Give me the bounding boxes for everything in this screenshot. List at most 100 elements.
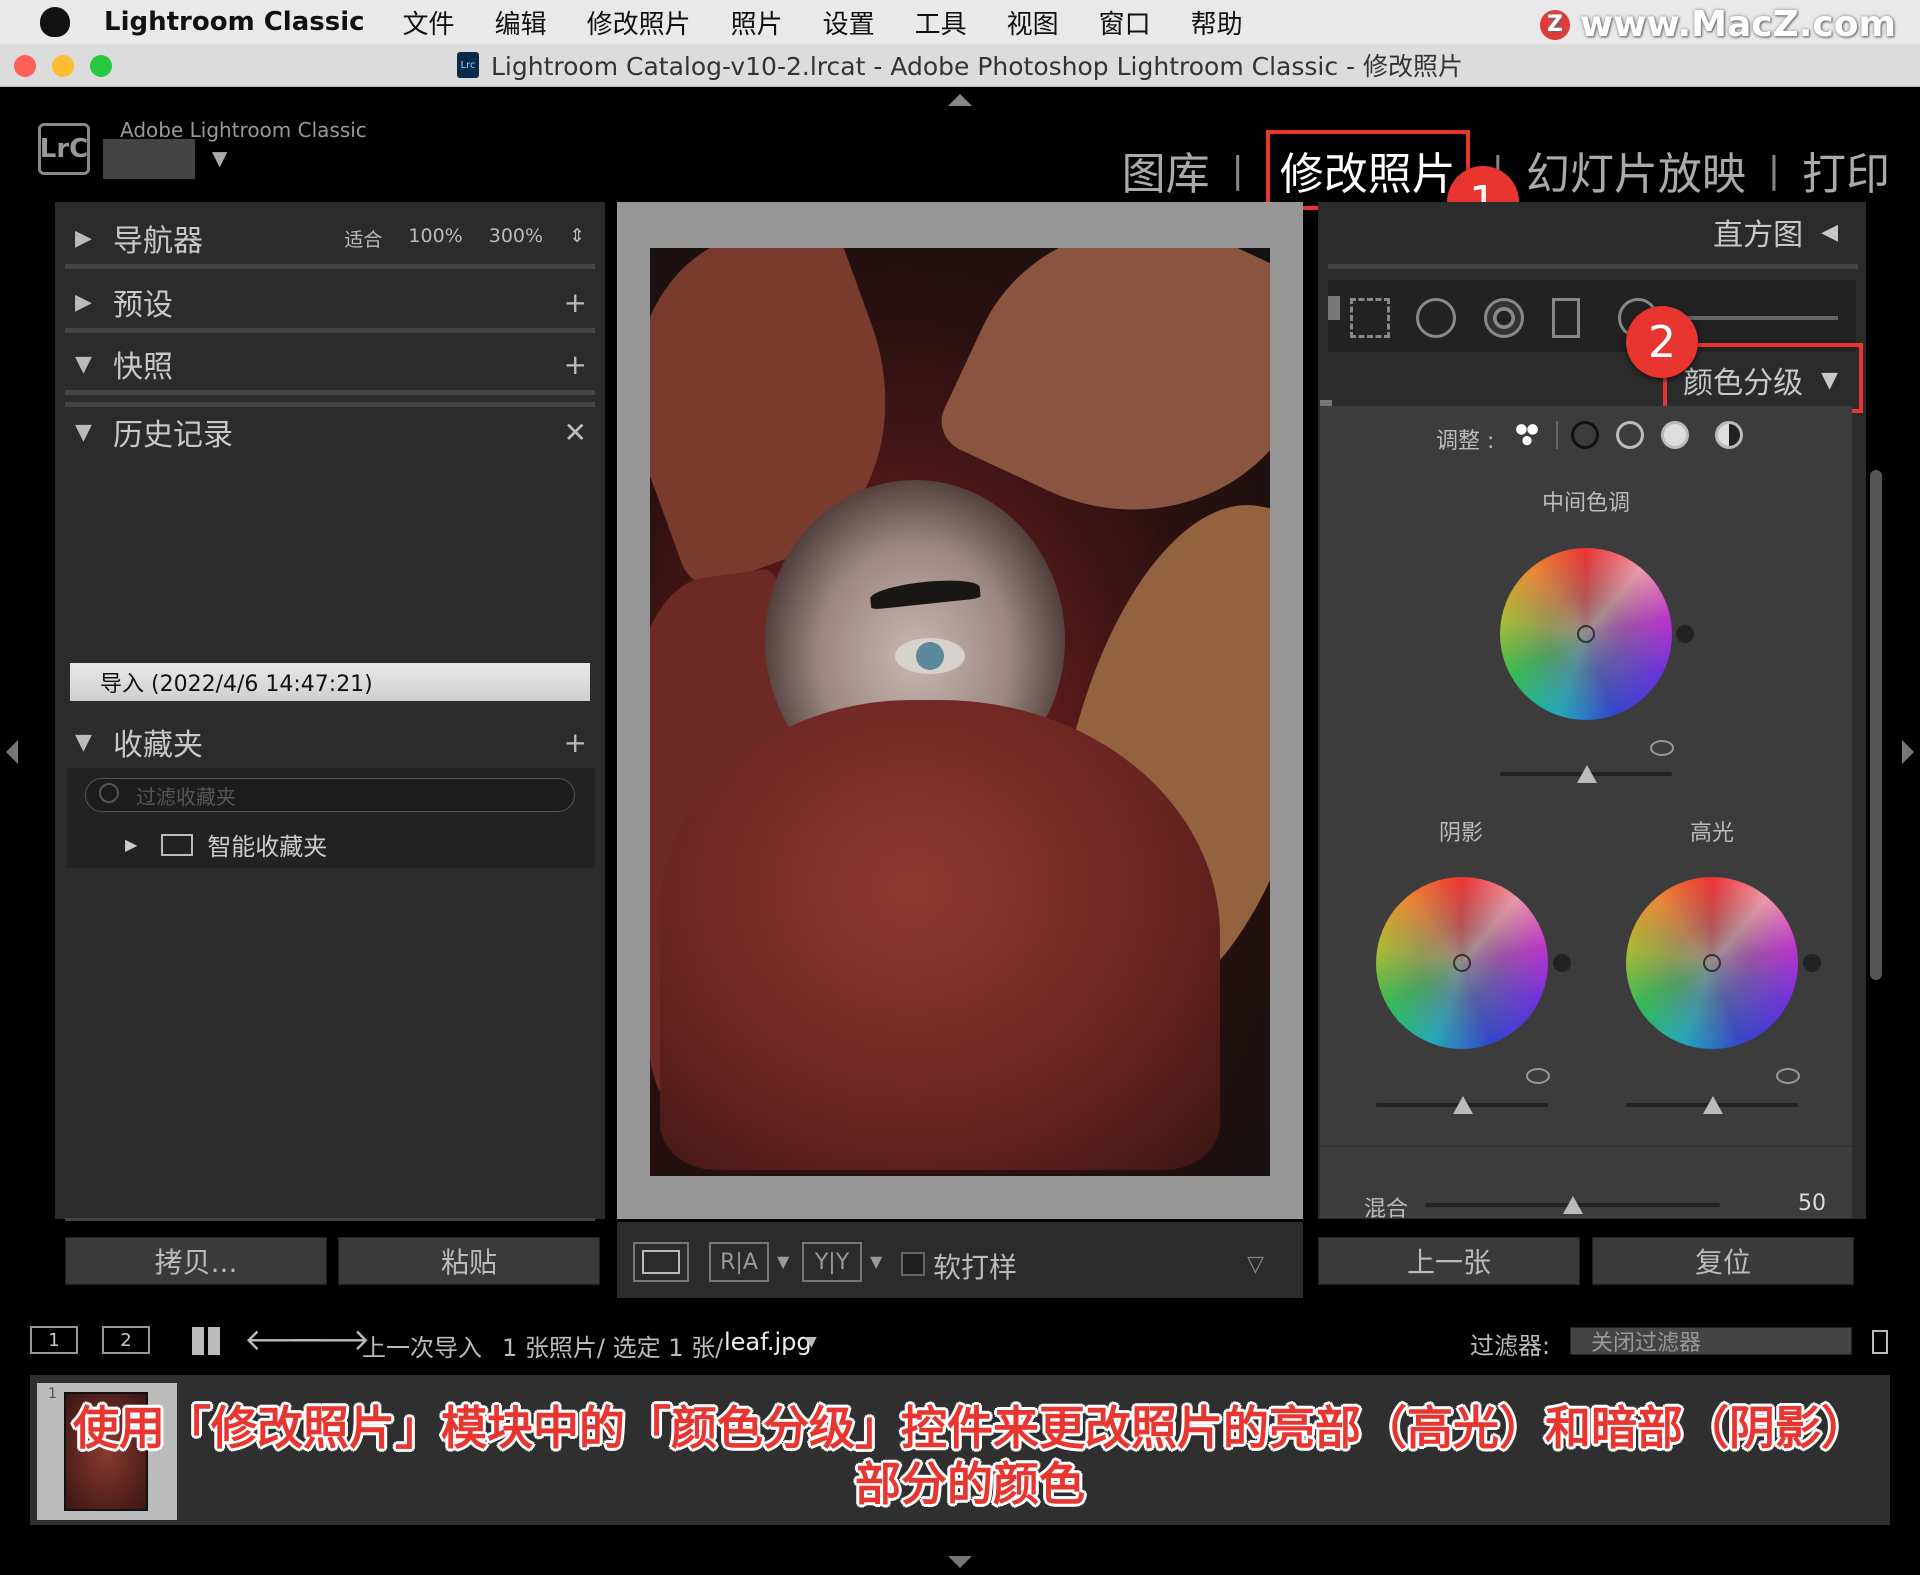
add-preset-icon[interactable]: + <box>564 286 587 319</box>
blend-slider-knob[interactable] <box>1563 1196 1583 1214</box>
filter-dropdown[interactable]: 关闭过滤器 <box>1570 1327 1852 1356</box>
forward-arrow-icon[interactable]: 🡒 <box>290 1322 370 1358</box>
global-view-icon[interactable] <box>1715 421 1743 449</box>
add-snapshot-icon[interactable]: + <box>564 348 587 381</box>
menu-develop[interactable]: 修改照片 <box>587 4 691 41</box>
module-print[interactable]: 打印 <box>1802 138 1890 202</box>
zoom-window-button[interactable] <box>90 55 112 77</box>
red-eye-tool-icon[interactable] <box>1484 298 1524 338</box>
navigator-zoom-options: 适合 100% 300% ⇕ <box>344 225 585 252</box>
midtones-luminance-knob[interactable] <box>1577 765 1597 783</box>
dropdown-icon[interactable]: ▼ <box>777 1252 789 1271</box>
eye-icon[interactable] <box>1776 1068 1800 1084</box>
module-slideshow[interactable]: 幻灯片放映 <box>1526 138 1746 202</box>
expand-triangle-icon: ▶ <box>75 289 92 315</box>
adjust-label: 调整 : <box>1436 429 1495 454</box>
minimize-window-button[interactable] <box>52 55 74 77</box>
highlights-label: 高光 <box>1689 821 1734 846</box>
navigator-header[interactable]: ▶ 导航器 适合 100% 300% ⇕ <box>55 208 605 268</box>
menu-help[interactable]: 帮助 <box>1191 4 1243 41</box>
softproof-label: 软打样 <box>933 1251 1018 1284</box>
blend-label: 混合 <box>1364 1197 1409 1222</box>
history-label: 历史记录 <box>113 418 233 453</box>
apple-icon[interactable] <box>40 7 70 37</box>
highlights-wheel-handle[interactable] <box>1703 954 1721 972</box>
dropdown-icon[interactable]: ▼ <box>870 1252 882 1271</box>
loupe-view-icon[interactable] <box>633 1242 689 1282</box>
caption-line-1: 使用「修改照片」模块中的「颜色分级」控件来更改照片的亮部（高光）和暗部（阴影） <box>73 1401 1867 1455</box>
history-header[interactable]: ▼ 历史记录 ✕ <box>55 402 605 462</box>
crop-tool-icon[interactable] <box>1350 298 1390 338</box>
clear-history-icon[interactable]: ✕ <box>564 416 587 449</box>
zoom-fit[interactable]: 适合 <box>344 225 382 252</box>
right-panel-scrollbar[interactable] <box>1870 470 1882 980</box>
identity-plate[interactable] <box>103 139 195 179</box>
primary-window-button[interactable]: 1 <box>30 1326 78 1354</box>
snapshots-header[interactable]: ▼ 快照 + <box>55 334 605 394</box>
smart-collections-row[interactable]: ▶ 智能收藏夹 <box>125 827 327 862</box>
filmstrip-filename[interactable]: leaf.jpg <box>724 1328 812 1356</box>
expand-triangle-icon: ▶ <box>125 835 138 854</box>
filmstrip-source[interactable]: 上一次导入 <box>362 1328 482 1363</box>
menu-window[interactable]: 窗口 <box>1099 4 1151 41</box>
midtones-saturation-dot[interactable] <box>1676 625 1694 643</box>
shadows-luminance-knob[interactable] <box>1453 1096 1473 1114</box>
grid-view-icon[interactable] <box>192 1327 220 1355</box>
identity-dropdown-icon[interactable]: ▼ <box>212 146 227 170</box>
softproof-checkbox[interactable] <box>901 1252 925 1276</box>
eye-icon[interactable] <box>1650 740 1674 756</box>
menu-app-name[interactable]: Lightroom Classic <box>104 7 365 37</box>
eye-icon[interactable] <box>1526 1068 1550 1084</box>
smart-collection-icon <box>161 833 194 856</box>
previous-button[interactable]: 上一张 <box>1318 1237 1580 1285</box>
zoom-stepper-icon[interactable]: ⇕ <box>569 225 585 252</box>
copy-button[interactable]: 拷贝... <box>65 1237 327 1285</box>
menu-edit[interactable]: 编辑 <box>495 4 547 41</box>
collection-filter-input[interactable]: 过滤收藏夹 <box>85 778 575 812</box>
graduated-filter-icon[interactable] <box>1552 298 1580 338</box>
module-develop[interactable]: 修改照片 <box>1265 130 1470 210</box>
presets-header[interactable]: ▶ 预设 + <box>55 272 605 332</box>
divider <box>1328 264 1858 269</box>
before-after-yy-button[interactable]: Y|Y <box>802 1242 862 1282</box>
before-after-ra-button[interactable]: R|A <box>709 1242 769 1282</box>
module-library[interactable]: 图库 <box>1122 138 1210 202</box>
menu-view[interactable]: 视图 <box>1007 4 1059 41</box>
shadows-wheel-handle[interactable] <box>1453 954 1471 972</box>
blend-value[interactable]: 50 <box>1798 1191 1826 1216</box>
close-window-button[interactable] <box>14 55 36 77</box>
shadows-view-icon[interactable] <box>1571 421 1599 449</box>
filename-dropdown-icon[interactable]: ▼ <box>806 1334 817 1350</box>
menu-tools[interactable]: 工具 <box>915 4 967 41</box>
highlights-saturation-dot[interactable] <box>1803 954 1821 972</box>
top-panel-toggle-icon[interactable] <box>948 94 972 106</box>
bottom-panel-toggle-icon[interactable] <box>948 1556 972 1568</box>
zoom-100[interactable]: 100% <box>408 225 462 252</box>
menu-file[interactable]: 文件 <box>403 4 455 41</box>
paste-button[interactable]: 粘贴 <box>338 1237 600 1285</box>
module-separator: | <box>1767 149 1780 191</box>
shadows-saturation-dot[interactable] <box>1553 954 1571 972</box>
collections-header[interactable]: ▼ 收藏夹 + <box>55 712 605 772</box>
panel-switch[interactable] <box>1328 296 1340 320</box>
midtones-wheel-handle[interactable] <box>1577 625 1595 643</box>
histogram-header[interactable]: 直方图 ◀ <box>1318 202 1866 262</box>
spot-removal-tool-icon[interactable] <box>1416 298 1456 338</box>
midtones-view-icon[interactable] <box>1616 421 1644 449</box>
filter-lock-icon[interactable] <box>1872 1330 1888 1354</box>
zoom-300[interactable]: 300% <box>489 225 543 252</box>
add-collection-icon[interactable]: + <box>564 726 587 759</box>
menu-settings[interactable]: 设置 <box>823 4 875 41</box>
highlights-luminance-knob[interactable] <box>1703 1096 1723 1114</box>
highlights-view-icon[interactable] <box>1661 421 1689 449</box>
history-entry[interactable]: 导入 (2022/4/6 14:47:21) <box>70 663 590 701</box>
reset-button[interactable]: 复位 <box>1592 1237 1854 1285</box>
menu-photo[interactable]: 照片 <box>731 4 783 41</box>
left-panel-toggle-icon[interactable] <box>6 740 18 764</box>
secondary-window-button[interactable]: 2 <box>102 1326 150 1354</box>
toolbar-content-dropdown-icon[interactable]: ▽ <box>1247 1252 1264 1277</box>
right-panel-toggle-icon[interactable] <box>1902 740 1914 764</box>
lrc-logo: LrC <box>38 123 90 175</box>
expand-triangle-icon: ▶ <box>75 225 92 251</box>
three-way-view-icon[interactable] <box>1513 421 1541 449</box>
